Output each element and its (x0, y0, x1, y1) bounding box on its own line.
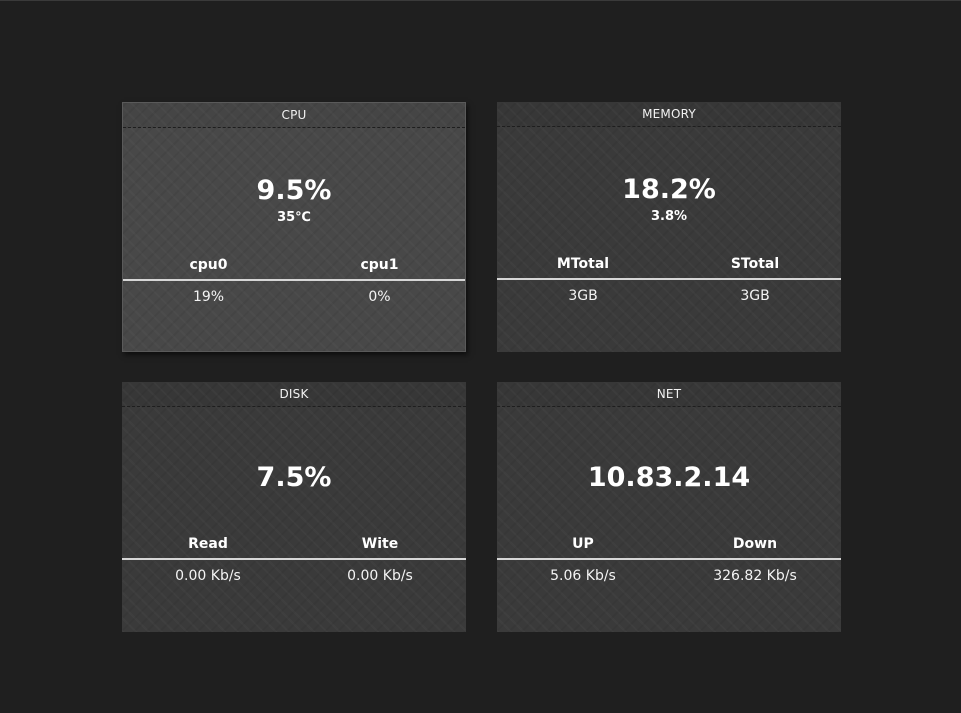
cpu-usage-value: 9.5% (256, 175, 332, 206)
memory-stat-values: 3GB 3GB (497, 286, 841, 306)
cpu-col-value-1: 0% (368, 289, 391, 305)
net-card[interactable]: NET 10.83.2.14 UP Down 5.06 Kb/s 326.82 … (497, 382, 841, 632)
net-col-header-0: UP (572, 536, 594, 552)
memory-card-title: MEMORY (497, 102, 841, 127)
disk-col-header-1: Wite (361, 536, 399, 552)
memory-stat-headers: MTotal STotal (497, 252, 841, 280)
cpu-stat-values: 19% 0% (123, 287, 465, 307)
cpu-card[interactable]: CPU 9.5% 35℃ cpu0 cpu1 19% 0% (122, 102, 466, 352)
cpu-temperature-value: 35℃ (277, 210, 311, 225)
disk-usage-value: 7.5% (256, 462, 332, 493)
net-card-title: NET (497, 382, 841, 407)
disk-col-value-0: 0.00 Kb/s (175, 568, 241, 584)
memory-col-header-1: STotal (730, 256, 780, 272)
cpu-stat-headers: cpu0 cpu1 (123, 253, 465, 281)
net-ip-value: 10.83.2.14 (587, 462, 751, 493)
cpu-col-value-0: 19% (192, 289, 225, 305)
memory-swap-value: 3.8% (650, 209, 688, 224)
memory-col-header-0: MTotal (556, 256, 610, 272)
net-stat-values: 5.06 Kb/s 326.82 Kb/s (497, 566, 841, 586)
cpu-col-header-1: cpu1 (360, 257, 399, 273)
memory-col-value-0: 3GB (568, 288, 598, 304)
disk-card-title: DISK (122, 382, 466, 407)
disk-stat-headers: Read Wite (122, 532, 466, 560)
net-col-value-1: 326.82 Kb/s (713, 568, 797, 584)
memory-card[interactable]: MEMORY 18.2% 3.8% MTotal STotal 3GB 3GB (497, 102, 841, 352)
net-col-header-1: Down (732, 536, 778, 552)
net-stat-headers: UP Down (497, 532, 841, 560)
memory-col-value-1: 3GB (740, 288, 770, 304)
disk-col-header-0: Read (188, 536, 228, 552)
cpu-card-title: CPU (123, 103, 465, 128)
dashboard: CPU 9.5% 35℃ cpu0 cpu1 19% 0% MEMORY 18.… (0, 0, 961, 713)
disk-col-value-1: 0.00 Kb/s (347, 568, 413, 584)
disk-stat-values: 0.00 Kb/s 0.00 Kb/s (122, 566, 466, 586)
cpu-col-header-0: cpu0 (189, 257, 228, 273)
disk-card[interactable]: DISK 7.5% Read Wite 0.00 Kb/s 0.00 Kb/s (122, 382, 466, 632)
memory-usage-value: 18.2% (622, 174, 716, 205)
net-col-value-0: 5.06 Kb/s (550, 568, 616, 584)
